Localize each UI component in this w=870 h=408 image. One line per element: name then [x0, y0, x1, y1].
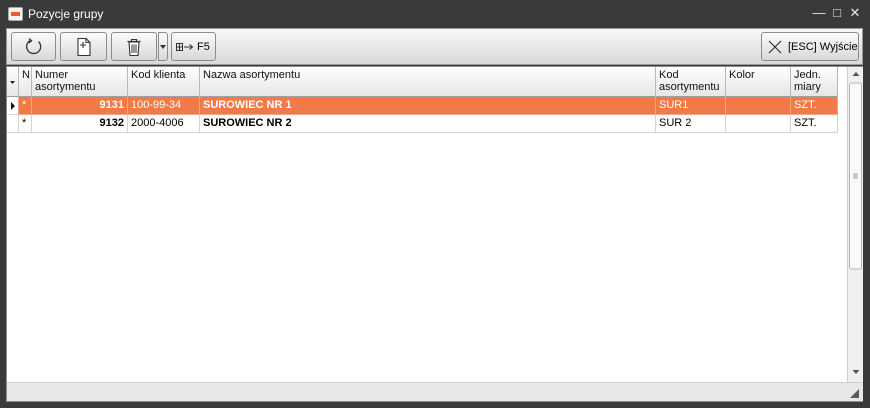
table-arrow-icon — [176, 42, 194, 51]
column-header-nazwa[interactable]: Nazwa asortymentu — [200, 67, 656, 97]
toolbar: F5 [ESC] Wyjście — [6, 28, 863, 65]
new-document-icon — [76, 37, 91, 56]
vertical-scrollbar[interactable] — [847, 67, 863, 382]
window-title: Pozycje grupy — [28, 7, 104, 21]
cell-kod-asortymentu[interactable]: SUR 2 — [656, 115, 726, 133]
row-indicator[interactable] — [7, 115, 19, 133]
grid-corner-header[interactable] — [7, 67, 19, 97]
cell-numer[interactable]: 9132 — [32, 115, 128, 133]
cell-jm[interactable]: SZT. — [791, 97, 838, 115]
close-icon — [768, 40, 782, 53]
exit-button[interactable]: [ESC] Wyjście — [761, 32, 859, 61]
column-header-jm[interactable]: Jedn. miary — [791, 67, 838, 97]
cell-jm[interactable]: SZT. — [791, 115, 838, 133]
refresh-button[interactable] — [11, 32, 56, 61]
exit-label: [ESC] Wyjście — [788, 40, 858, 53]
minimize-icon[interactable]: — — [811, 5, 827, 21]
row-indicator[interactable] — [7, 97, 19, 115]
new-button[interactable] — [60, 32, 107, 61]
close-icon[interactable]: ✕ — [847, 5, 863, 21]
cell-kod-klienta[interactable]: 100-99-34 — [128, 97, 200, 115]
column-header-numer[interactable]: Numer asortymentu — [32, 67, 128, 97]
column-header-kolor[interactable]: Kolor — [726, 67, 791, 97]
vertical-scrollbar-graphic — [849, 72, 862, 374]
sort-arrow-icon — [10, 81, 15, 84]
column-header-kod-klienta[interactable]: Kod klienta — [128, 67, 200, 97]
column-header-n[interactable]: N — [19, 67, 32, 97]
delete-dropdown-button[interactable] — [158, 32, 168, 61]
title-bar[interactable]: Pozycje grupy — □ ✕ — [0, 0, 870, 28]
resize-grip-icon — [850, 389, 859, 398]
data-grid: N Numer asortymentu Kod klienta Nazwa as… — [6, 66, 863, 402]
delete-button[interactable] — [111, 32, 157, 61]
cell-nazwa[interactable]: SUROWIEC NR 1 — [200, 97, 656, 115]
current-row-arrow-icon — [11, 102, 15, 110]
cell-kolor[interactable] — [726, 115, 791, 133]
cell-n[interactable]: * — [19, 97, 32, 115]
window: Pozycje grupy — □ ✕ F5 [ESC] Wyjście N N… — [0, 0, 870, 408]
cell-nazwa[interactable]: SUROWIEC NR 2 — [200, 115, 656, 133]
maximize-icon[interactable]: □ — [829, 5, 845, 21]
cell-kolor[interactable] — [726, 97, 791, 115]
chevron-down-icon — [160, 44, 166, 49]
f5-label: F5 — [197, 40, 210, 53]
trash-icon — [127, 38, 141, 56]
cell-n[interactable]: * — [19, 115, 32, 133]
f5-button[interactable]: F5 — [171, 32, 216, 61]
cell-kod-klienta[interactable]: 2000-4006 — [128, 115, 200, 133]
horizontal-scrollbar[interactable] — [7, 382, 863, 401]
refresh-icon — [25, 37, 41, 54]
cell-numer[interactable]: 9131 — [32, 97, 128, 115]
cell-kod-asortymentu[interactable]: SUR1 — [656, 97, 726, 115]
column-header-kod-asortymentu[interactable]: Kod asortymentu — [656, 67, 726, 97]
app-logo-icon — [8, 7, 23, 21]
